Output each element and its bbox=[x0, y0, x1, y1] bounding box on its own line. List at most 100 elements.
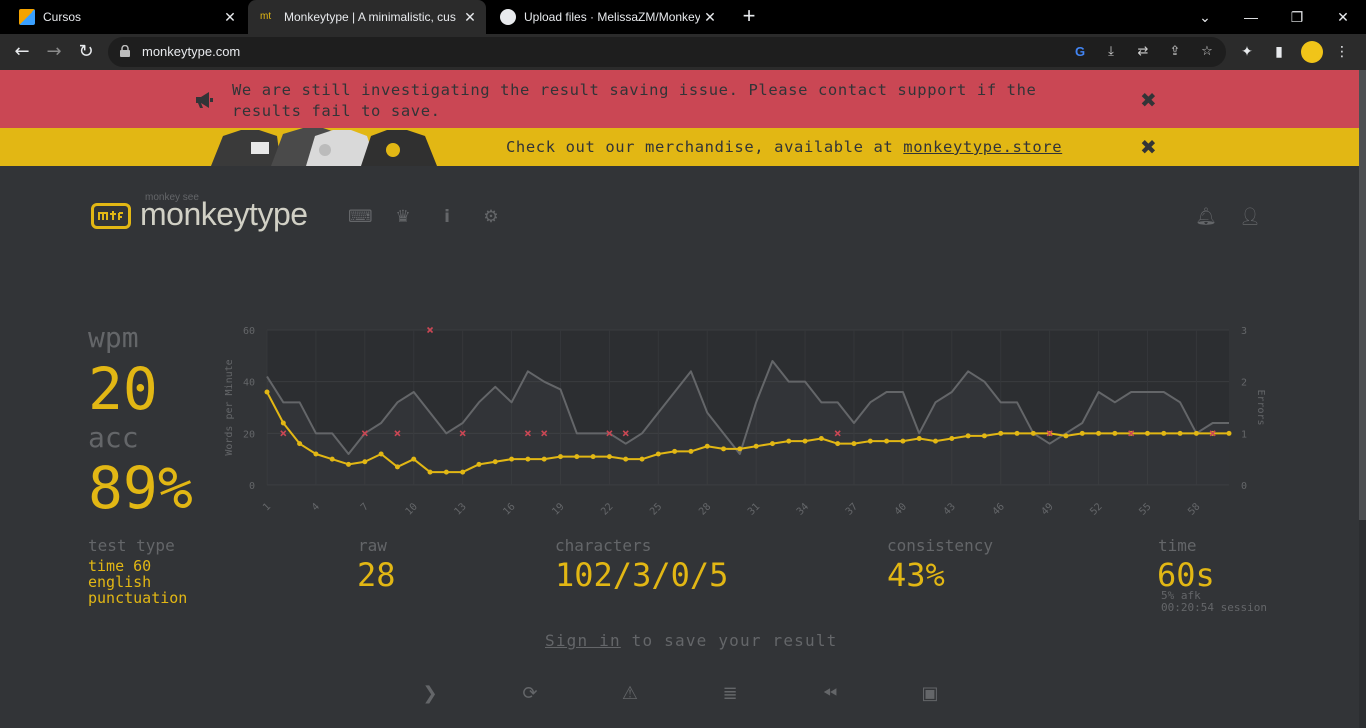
chart-x-tick-label: 43 bbox=[942, 501, 958, 517]
tab-cursos[interactable]: Cursos ✕ bbox=[0, 0, 246, 34]
chart-wpm-point bbox=[280, 420, 286, 426]
words-history-icon[interactable]: ≣ bbox=[718, 682, 742, 706]
test-type-value: time 60 english punctuation bbox=[88, 558, 187, 606]
chart-x-tick-label: 52 bbox=[1088, 501, 1104, 517]
chart-wpm-point bbox=[329, 456, 335, 462]
crown-leaderboard-icon[interactable]: ♛ bbox=[392, 206, 414, 228]
consistency-label: consistency bbox=[887, 536, 993, 555]
test-type-language: english bbox=[88, 573, 152, 591]
close-tab-icon[interactable]: ✕ bbox=[700, 9, 720, 26]
menu-kebab-icon[interactable]: ⋮ bbox=[1333, 43, 1351, 61]
chart-wpm-point bbox=[509, 456, 515, 462]
tab-monkeytype[interactable]: mt Monkeytype | A minimalistic, cus ✕ bbox=[248, 0, 486, 34]
close-window-icon[interactable]: ✕ bbox=[1320, 0, 1366, 34]
next-test-chevron-icon[interactable]: ❯ bbox=[418, 682, 442, 706]
signin-prompt: Sign in to save your result bbox=[545, 631, 838, 650]
alert-message: We are still investigating the result sa… bbox=[232, 81, 1037, 120]
account-user-icon[interactable]: 👤︎ bbox=[1239, 206, 1261, 228]
extensions-icon[interactable]: ✦ bbox=[1238, 43, 1256, 61]
monkeytype-logo-icon[interactable] bbox=[91, 203, 131, 229]
chart-y-tick-label: 20 bbox=[243, 429, 255, 440]
address-bar[interactable]: monkeytype.com bbox=[108, 37, 1226, 67]
wpm-chart: 020406001231 4 7 10 13 16 19 22 25 28 31 34 37 40 43 46… bbox=[224, 326, 1266, 518]
chart-wpm-point bbox=[737, 446, 743, 452]
install-app-icon[interactable]: ⤓ bbox=[1103, 44, 1119, 60]
chart-wpm-point bbox=[1193, 430, 1199, 436]
chart-wpm-point bbox=[313, 451, 319, 457]
tab-title: Upload files · MelissaZM/Monkey bbox=[524, 10, 700, 24]
signin-rest-text: to save your result bbox=[620, 631, 838, 650]
tab-title: Monkeytype | A minimalistic, cus bbox=[284, 10, 456, 24]
chart-wpm-point bbox=[704, 443, 710, 449]
info-icon[interactable]: i bbox=[436, 206, 458, 228]
chart-x-tick-label: 46 bbox=[991, 501, 1007, 517]
time-label: time bbox=[1158, 536, 1197, 555]
characters-label: characters bbox=[555, 536, 652, 555]
chart-wpm-point bbox=[492, 459, 498, 465]
close-tab-icon[interactable]: ✕ bbox=[460, 9, 480, 26]
chart-y2-tick-label: 2 bbox=[1241, 378, 1247, 389]
page-scrollbar-thumb[interactable] bbox=[1359, 70, 1366, 520]
merch-store-link[interactable]: monkeytype.store bbox=[903, 138, 1062, 156]
google-icon[interactable]: G bbox=[1072, 44, 1088, 60]
side-panel-icon[interactable]: ▮ bbox=[1270, 43, 1288, 61]
tab-github-upload[interactable]: Upload files · MelissaZM/Monkey ✕ bbox=[488, 0, 726, 34]
monkeytype-favicon-icon: mt bbox=[260, 11, 272, 22]
share-icon[interactable]: ⇪ bbox=[1167, 44, 1183, 60]
chart-wpm-point bbox=[981, 433, 987, 439]
chart-y-tick-label: 40 bbox=[243, 378, 255, 389]
restore-window-icon[interactable]: ❐ bbox=[1274, 0, 1320, 34]
tab-title: Cursos bbox=[43, 10, 82, 24]
chart-x-tick-label: 16 bbox=[501, 501, 517, 517]
chart-wpm-point bbox=[753, 443, 759, 449]
session-time: 00:20:54 session bbox=[1161, 601, 1267, 614]
test-type-mode: time 60 bbox=[88, 557, 152, 575]
test-type-label: test type bbox=[88, 536, 175, 555]
signin-link[interactable]: Sign in bbox=[545, 631, 621, 650]
close-alert-icon[interactable]: ✖ bbox=[1140, 88, 1157, 112]
settings-gear-icon[interactable]: ⚙ bbox=[480, 206, 502, 228]
chart-wpm-point bbox=[427, 469, 433, 475]
merch-banner: Check out our merchandise, available at … bbox=[0, 128, 1359, 166]
close-merch-icon[interactable]: ✖ bbox=[1140, 135, 1157, 159]
tab-search-chevron-icon[interactable]: ⌄ bbox=[1182, 0, 1228, 34]
chart-wpm-point bbox=[1096, 430, 1102, 436]
chart-wpm-point bbox=[672, 448, 678, 454]
translate-icon[interactable]: ⇄ bbox=[1135, 44, 1151, 60]
screenshot-image-icon[interactable]: ▣ bbox=[918, 682, 942, 706]
close-tab-icon[interactable]: ✕ bbox=[220, 9, 240, 26]
chart-wpm-point bbox=[394, 464, 400, 470]
minimize-window-icon[interactable]: — bbox=[1228, 0, 1274, 34]
chart-wpm-point bbox=[1079, 430, 1085, 436]
logo-keyboard-icon bbox=[98, 211, 123, 220]
chart-wpm-point bbox=[411, 456, 417, 462]
replay-rewind-icon[interactable]: ⏪︎ bbox=[818, 682, 842, 706]
back-icon[interactable]: ← bbox=[10, 40, 34, 64]
chart-wpm-point bbox=[541, 456, 547, 462]
chart-wpm-point bbox=[1177, 430, 1183, 436]
chart-wpm-point bbox=[297, 441, 303, 447]
forward-icon[interactable]: → bbox=[42, 40, 66, 64]
new-tab-icon[interactable]: + bbox=[737, 5, 761, 29]
chart-wpm-point bbox=[623, 456, 629, 462]
restart-test-icon[interactable]: ⟳ bbox=[518, 682, 542, 706]
chart-wpm-point bbox=[851, 441, 857, 447]
chart-wpm-point bbox=[1226, 430, 1232, 436]
keyboard-icon[interactable]: ⌨ bbox=[348, 206, 373, 228]
chart-wpm-point bbox=[639, 456, 645, 462]
profile-avatar[interactable] bbox=[1301, 41, 1323, 63]
chart-x-tick-label: 28 bbox=[697, 501, 713, 517]
reload-icon[interactable]: ↻ bbox=[74, 40, 98, 64]
chart-x-tick-label: 58 bbox=[1186, 501, 1202, 517]
logo-text[interactable]: monkeytype bbox=[140, 196, 308, 233]
report-warning-icon[interactable]: ⚠ bbox=[618, 682, 642, 706]
chart-wpm-point bbox=[655, 451, 661, 457]
bookmark-star-icon[interactable]: ☆ bbox=[1199, 44, 1215, 60]
chart-x-tick-label: 34 bbox=[795, 501, 811, 517]
chart-x-tick-label: 25 bbox=[648, 501, 664, 517]
chart-wpm-point bbox=[476, 461, 482, 467]
notifications-bell-icon[interactable]: 🔔︎ bbox=[1195, 206, 1217, 228]
chart-y-tick-label: 0 bbox=[249, 481, 255, 492]
chart-wpm-point bbox=[264, 389, 270, 395]
chart-x-tick-label: 31 bbox=[746, 501, 762, 517]
